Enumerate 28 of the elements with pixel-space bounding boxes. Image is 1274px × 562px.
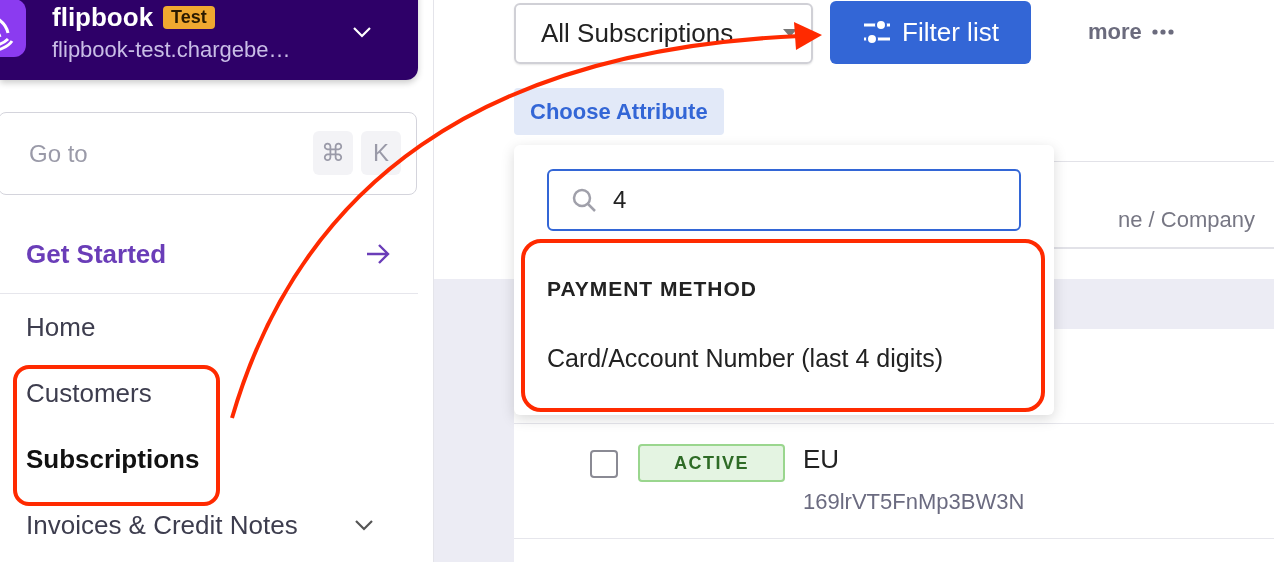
org-name: flipbook [52, 1, 154, 33]
search-field[interactable]: 4 [547, 169, 1021, 231]
account-switcher[interactable]: flipbook Test flipbook-test.chargebe… [0, 0, 418, 80]
more-link[interactable]: more [1088, 19, 1142, 45]
shortcut-key: ⌘ [313, 131, 353, 175]
org-domain: flipbook-test.chargebe… [52, 36, 292, 63]
nav-item[interactable]: Home [0, 294, 418, 360]
menu-item[interactable]: Card/Account Number (last 4 digits) [547, 344, 1021, 373]
shortcut-key: K [361, 131, 401, 175]
nav-item[interactable]: Customers [0, 360, 418, 426]
view-dropdown[interactable]: All Subscriptions [514, 2, 813, 64]
column-header: ne / Company [1118, 207, 1255, 233]
test-badge: Test [163, 5, 215, 29]
subscription-id: 169lrVT5FnMp3BW3N [803, 489, 1025, 515]
arrow-right-icon [365, 243, 391, 265]
filter-button[interactable]: Filter list [830, 0, 1031, 64]
choose-attribute-button[interactable]: Choose Attribute [514, 88, 724, 135]
nav-item[interactable]: Subscriptions [0, 426, 418, 492]
status-badge: ACTIVE [638, 444, 785, 482]
group-heading: PAYMENT METHOD [547, 277, 758, 301]
search-icon [571, 187, 597, 213]
checkbox[interactable] [590, 450, 618, 478]
chevron-down-icon [352, 26, 372, 38]
nav-item[interactable]: Invoices & Credit Notes [0, 492, 418, 558]
sliders-icon [862, 19, 893, 45]
more-dots-icon [1151, 29, 1174, 35]
get-started-link[interactable]: Get Started [26, 238, 167, 270]
subscription-name: EU [803, 444, 841, 475]
